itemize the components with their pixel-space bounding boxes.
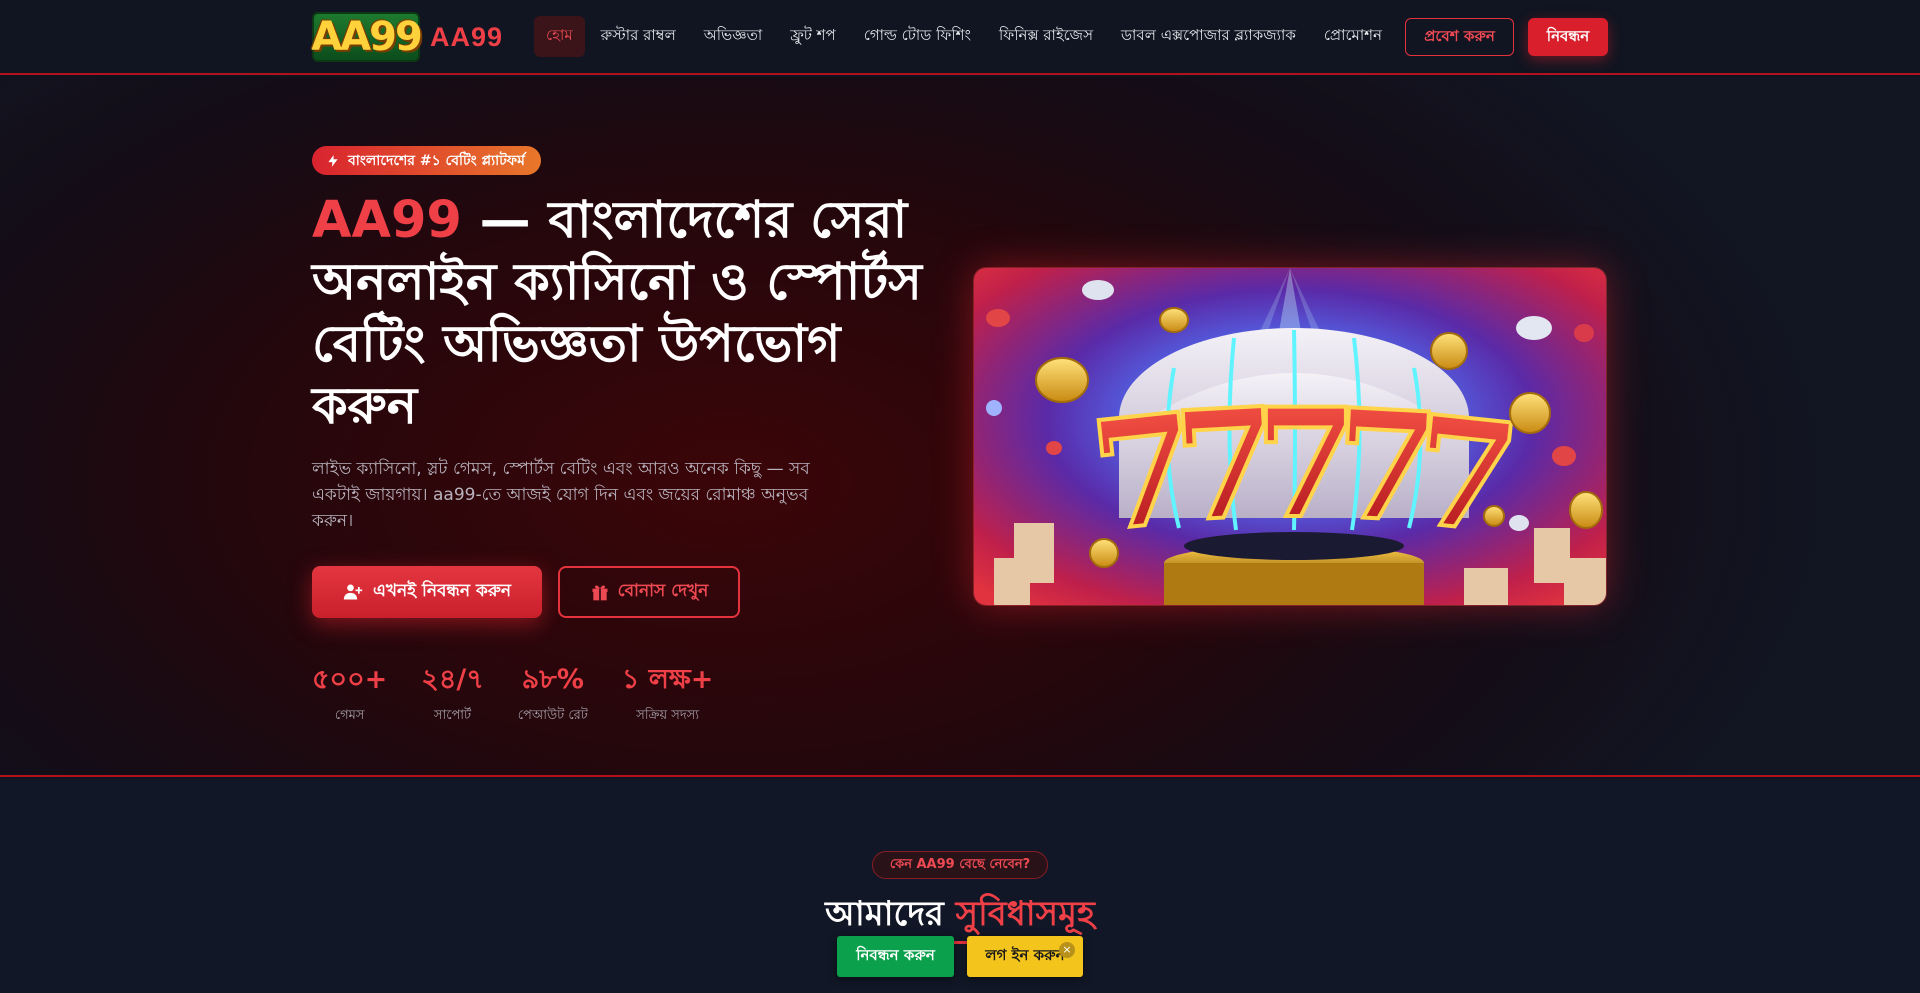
close-icon[interactable]: × bbox=[1059, 942, 1075, 958]
site-logo[interactable]: AA99 AA99 bbox=[311, 12, 504, 62]
features-section: কেন AA99 বেছে নেবেন? আমাদের সুবিধাসমূহ bbox=[0, 779, 1920, 993]
stat-members: ১ লক্ষ+ সক্রিয় সদস্য bbox=[622, 662, 714, 727]
top-navbar: AA99 AA99 হোম রুস্টার রাম্বল অভিজ্ঞতা ফ্… bbox=[0, 0, 1920, 75]
stat-label: সাপোর্ট bbox=[433, 708, 472, 723]
hero-stats: ৫০০+ গেমস ২৪/৭ সাপোর্ট ৯৮% পেআউট রেট ১ ল… bbox=[312, 662, 747, 727]
section-title: আমাদের সুবিধাসমূহ bbox=[0, 888, 1920, 945]
stat-label: গেমস bbox=[334, 708, 365, 723]
stat-games: ৫০০+ গেমস bbox=[312, 662, 387, 727]
nav-item-double-exposure-blackjack[interactable]: ডাবল এক্সপোজার ব্ল্যাকজ্যাক bbox=[1109, 16, 1308, 57]
gift-icon bbox=[592, 585, 608, 601]
hero-title: AA99 — বাংলাদেশের সেরা অনলাইন ক্যাসিনো ও… bbox=[312, 190, 932, 438]
hero-title-brand: AA99 bbox=[312, 191, 462, 250]
bolt-icon bbox=[328, 154, 338, 167]
logo-wordmark: AA99 bbox=[430, 21, 504, 52]
floating-register-button[interactable]: নিবন্ধন করুন bbox=[837, 936, 954, 977]
hero-badge: বাংলাদেশের #১ বেটিং প্ল্যাটফর্ম bbox=[312, 146, 541, 175]
register-now-label: এখনই নিবন্ধন করুন bbox=[372, 581, 512, 601]
register-now-button[interactable]: এখনই নিবন্ধন করুন bbox=[312, 566, 542, 618]
hero-subtitle: লাইভ ক্যাসিনো, স্লট গেমস, স্পোর্টস বেটিং… bbox=[312, 459, 810, 531]
section-title-accent: সুবিধাসমূহ bbox=[955, 894, 1095, 934]
stat-value: ৫০০+ bbox=[312, 664, 388, 695]
svg-text:7: 7 bbox=[1404, 382, 1526, 568]
register-button[interactable]: নিবন্ধন bbox=[1528, 18, 1608, 56]
stat-support: ২৪/৭ সাপোর্ট bbox=[421, 662, 484, 727]
nav-item-phoenix-rises[interactable]: ফিনিক্স রাইজেস bbox=[987, 16, 1105, 57]
user-plus-icon bbox=[343, 584, 363, 600]
stat-value: ৯৮% bbox=[521, 664, 584, 695]
section-title-main: আমাদের bbox=[825, 894, 956, 934]
nav-item-home[interactable]: হোম bbox=[534, 15, 585, 57]
section-tag: কেন AA99 বেছে নেবেন? bbox=[872, 851, 1048, 879]
main-nav: হোম রুস্টার রাম্বল অভিজ্ঞতা ফ্রুট শপ গোল… bbox=[534, 15, 1398, 57]
logo-badge: AA99 bbox=[311, 12, 423, 62]
stat-value: ১ লক্ষ+ bbox=[621, 664, 714, 695]
hero-badge-text: বাংলাদেশের #১ বেটিং প্ল্যাটফর্ম bbox=[348, 152, 525, 169]
nav-item-gold-toad-fishing[interactable]: গোল্ড টোড ফিশিং bbox=[852, 16, 983, 57]
nav-item-fruit-shop[interactable]: ফ্রুট শপ bbox=[778, 16, 848, 57]
stat-value: ২৪/৭ bbox=[421, 664, 484, 695]
stat-label: সক্রিয় সদস্য bbox=[636, 708, 700, 723]
stat-label: পেআউট রেট bbox=[517, 708, 588, 723]
logo-badge-text: AA99 bbox=[311, 14, 423, 60]
hero-section bbox=[0, 77, 1920, 777]
login-button[interactable]: প্রবেশ করুন bbox=[1405, 18, 1514, 56]
hero-slot-machine-image: 7 7 7 7 7 bbox=[974, 268, 1606, 605]
view-bonus-label: বোনাস দেখুন bbox=[617, 581, 709, 601]
nav-item-experience[interactable]: অভিজ্ঞতা bbox=[692, 16, 774, 57]
slot-machine-illustration: 7 7 7 7 7 bbox=[974, 268, 1606, 605]
stat-payout: ৯৮% পেআউট রেট bbox=[518, 662, 588, 727]
nav-item-rooster-rumble[interactable]: রুস্টার রাম্বল bbox=[589, 16, 688, 57]
nav-item-promotions[interactable]: প্রোমোশন bbox=[1312, 16, 1394, 57]
view-bonus-button[interactable]: বোনাস দেখুন bbox=[558, 566, 740, 618]
